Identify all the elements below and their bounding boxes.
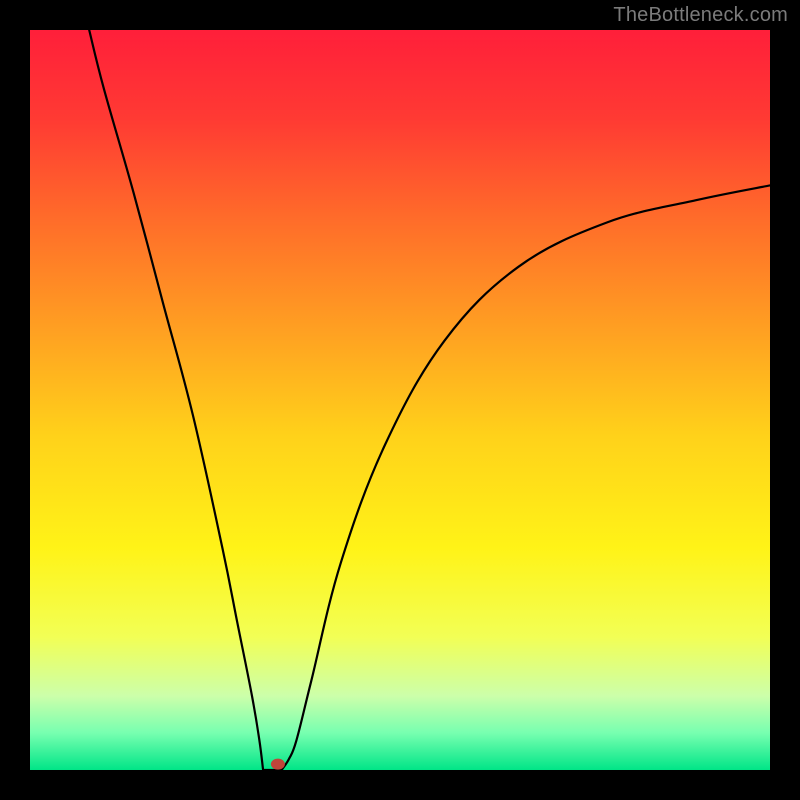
chart-svg — [30, 30, 770, 770]
target-point-marker — [271, 759, 285, 770]
gradient-background — [30, 30, 770, 770]
plot-container: TheBottleneck.com — [0, 0, 800, 800]
plot-area — [30, 30, 770, 770]
watermark-text: TheBottleneck.com — [613, 4, 788, 27]
